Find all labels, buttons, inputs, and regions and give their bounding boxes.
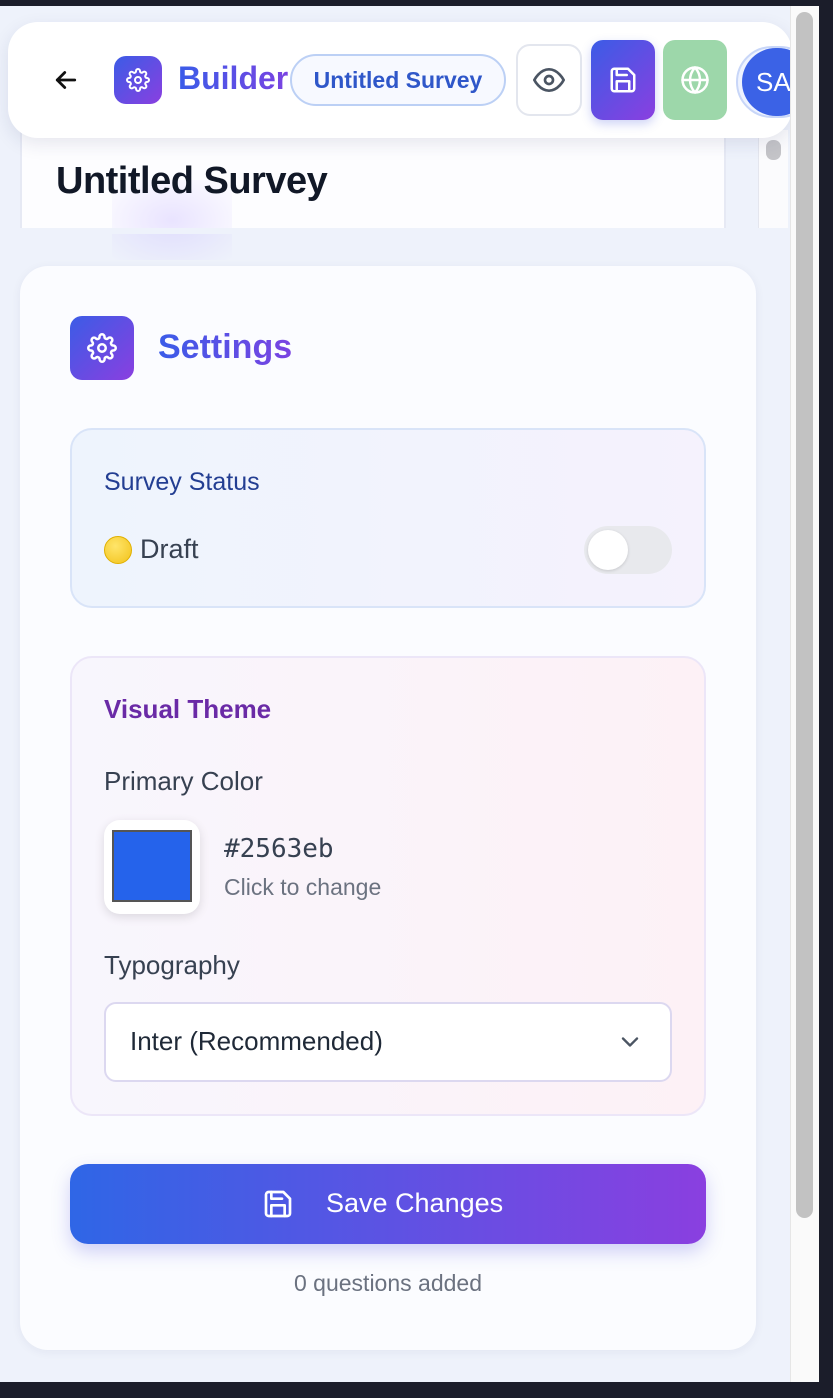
save-icon-button[interactable]: [591, 40, 655, 120]
brand-logo: [114, 56, 162, 104]
inner-scrollbar-thumb[interactable]: [766, 140, 781, 160]
font-select-value: Inter (Recommended): [130, 1026, 383, 1056]
primary-color-value: #2563eb: [224, 834, 334, 864]
status-dot-icon: [104, 536, 132, 564]
top-header: Builder Untitled Survey SA: [8, 22, 792, 138]
question-count: 0 questions added: [294, 1270, 482, 1296]
avatar-initials: SA: [756, 66, 791, 97]
save-changes-label[interactable]: Save Changes: [326, 1188, 503, 1219]
floppy-disk-icon: [610, 67, 636, 93]
section-divider: [0, 228, 790, 234]
gear-icon: [126, 68, 150, 92]
publish-button[interactable]: [663, 40, 727, 120]
survey-status-heading: Survey Status: [104, 468, 260, 496]
gear-icon: [87, 333, 117, 363]
settings-logo: [70, 316, 134, 380]
floppy-disk-icon: [264, 1190, 292, 1218]
window-edge: [819, 0, 833, 1398]
color-change-hint: Click to change: [224, 874, 382, 900]
preview-button[interactable]: [516, 44, 582, 116]
visual-theme-heading: Visual Theme: [104, 694, 272, 724]
survey-status-section: [70, 428, 706, 608]
status-value: Draft: [140, 534, 199, 564]
window-scrollbar-thumb[interactable]: [796, 12, 813, 1218]
settings-title: Settings: [158, 328, 293, 366]
page-title: Untitled Survey: [56, 160, 328, 202]
arrow-left-icon: [55, 71, 77, 89]
brand-name: Builder: [178, 60, 289, 96]
typography-label: Typography: [104, 950, 240, 980]
primary-color-label: Primary Color: [104, 766, 263, 796]
chevron-down-icon: [621, 1037, 639, 1047]
back-button[interactable]: [48, 62, 84, 98]
globe-icon: [681, 66, 709, 94]
toggle-knob[interactable]: [588, 530, 628, 570]
survey-name-pill[interactable]: Untitled Survey: [290, 54, 506, 106]
eye-icon: [533, 68, 565, 92]
color-swatch[interactable]: [112, 830, 192, 902]
